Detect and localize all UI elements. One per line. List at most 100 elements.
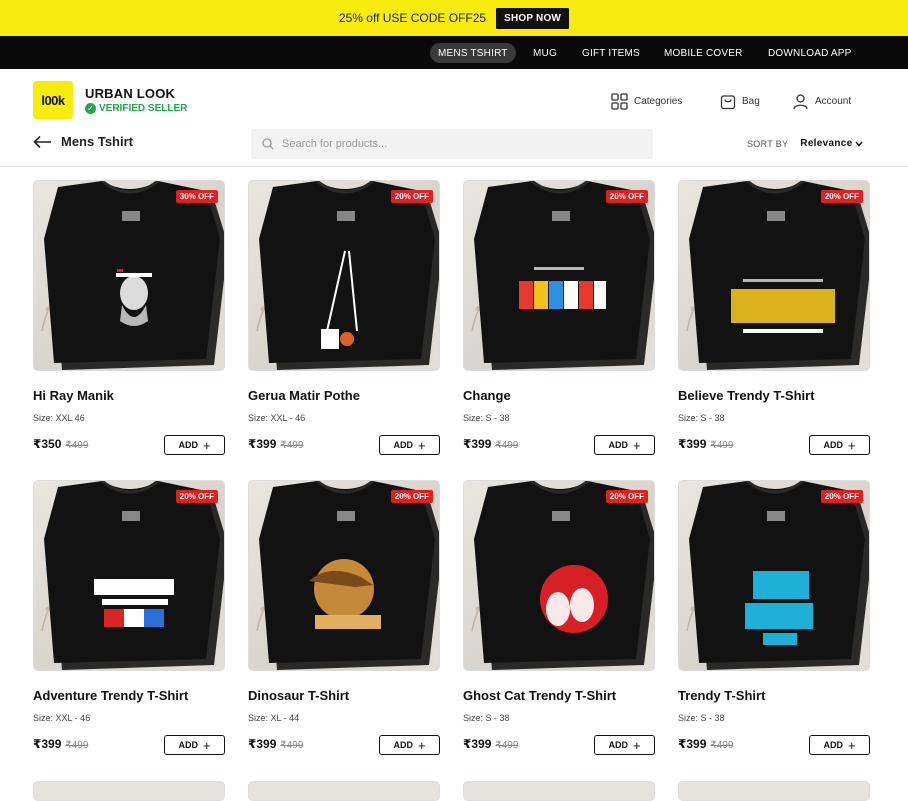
add-to-cart-button[interactable]: ADD + [594, 735, 655, 755]
tshirt-image [256, 181, 439, 370]
tshirt-image [471, 481, 654, 670]
account-link[interactable]: Account [792, 93, 851, 110]
tshirt-image [41, 181, 224, 370]
tshirt-image [256, 481, 439, 670]
product-size: Size: S - 38 [678, 713, 725, 723]
add-to-cart-button[interactable]: ADD + [809, 735, 870, 755]
user-icon [793, 94, 808, 110]
product-image[interactable]: 20% OFF [248, 480, 440, 671]
product-size: Size: XXL - 46 [33, 713, 91, 723]
price-current: ₹399 [463, 737, 492, 751]
add-to-cart-button[interactable]: ADD + [379, 735, 440, 755]
plus-icon: + [202, 737, 211, 753]
product-price: ₹399 ₹499 [463, 437, 518, 451]
page-title: Mens Tshirt [61, 134, 133, 149]
nav-item-mobile-cover[interactable]: MOBILE COVER [656, 43, 751, 63]
promo-bar: 25% off USE CODE OFF25 SHOP NOW [0, 0, 908, 36]
sort-value: Relevance [800, 138, 853, 149]
price-current: ₹399 [248, 737, 277, 751]
product-size: Size: XL - 44 [248, 713, 300, 723]
product-card-peek[interactable] [678, 781, 870, 801]
product-price: ₹399 ₹499 [678, 737, 733, 751]
add-to-cart-button[interactable]: ADD + [164, 735, 225, 755]
shop-now-button[interactable]: SHOP NOW [496, 7, 570, 29]
product-card[interactable]: 20% OFF Believe Trendy T-Shirt Size: S -… [678, 180, 870, 455]
price-mrp: ₹499 [280, 740, 304, 751]
account-label: Account [815, 96, 852, 107]
product-card-peek[interactable] [33, 781, 225, 801]
store-logo[interactable]: l00k [33, 81, 73, 119]
product-image[interactable]: 20% OFF [33, 480, 225, 671]
product-image[interactable]: 20% OFF [248, 180, 440, 371]
add-to-cart-button[interactable]: ADD + [164, 435, 225, 455]
store-name[interactable]: URBAN LOOK [85, 86, 175, 101]
product-size: Size: XXL - 46 [248, 413, 306, 423]
arrow-left-icon [33, 135, 51, 148]
add-label: ADD [178, 440, 198, 450]
product-card[interactable]: 20% OFF Change Size: S - 38 ₹399 ₹499 AD… [463, 180, 655, 455]
header: l00k URBAN LOOK ✓ VERIFIED SELLER Catego… [0, 69, 908, 167]
product-title[interactable]: Ghost Cat Trendy T-Shirt [463, 688, 616, 703]
product-card[interactable]: 30% OFF Hi Ray Manik Size: XXL 46 ₹350 ₹… [33, 180, 225, 455]
add-label: ADD [823, 740, 843, 750]
categories-link[interactable]: Categories [611, 93, 682, 110]
add-to-cart-button[interactable]: ADD + [809, 435, 870, 455]
product-price: ₹399 ₹499 [248, 437, 303, 451]
product-card[interactable]: 20% OFF Ghost Cat Trendy T-Shirt Size: S… [463, 480, 655, 755]
product-card[interactable]: 20% OFF Gerua Matir Pothe Size: XXL - 46… [248, 180, 440, 455]
product-card-peek[interactable] [463, 781, 655, 801]
plus-icon: + [417, 737, 426, 753]
product-image[interactable]: 20% OFF [463, 480, 655, 671]
product-image[interactable]: 20% OFF [463, 180, 655, 371]
product-size: Size: S - 38 [678, 413, 725, 423]
product-title[interactable]: Adventure Trendy T-Shirt [33, 688, 188, 703]
search-input[interactable] [282, 138, 622, 150]
nav-item-download-app[interactable]: DOWNLOAD APP [760, 43, 860, 63]
product-title[interactable]: Gerua Matir Pothe [248, 388, 360, 403]
back-link[interactable]: Mens Tshirt [33, 134, 133, 149]
product-card[interactable]: 20% OFF Dinosaur T-Shirt Size: XL - 44 ₹… [248, 480, 440, 755]
price-mrp: ₹499 [495, 440, 519, 451]
add-to-cart-button[interactable]: ADD + [379, 435, 440, 455]
product-title[interactable]: Believe Trendy T-Shirt [678, 388, 815, 403]
product-title[interactable]: Change [463, 388, 511, 403]
price-mrp: ₹499 [495, 740, 519, 751]
discount-badge: 20% OFF [820, 490, 863, 503]
plus-icon: + [417, 437, 426, 453]
discount-badge: 30% OFF [175, 190, 218, 203]
tshirt-image [471, 181, 654, 370]
discount-badge: 20% OFF [390, 490, 433, 503]
product-image[interactable]: 30% OFF [33, 180, 225, 371]
price-mrp: ₹499 [65, 440, 89, 451]
plus-icon: + [632, 737, 641, 753]
product-card-peek[interactable] [248, 781, 440, 801]
nav-item-mens-tshirt[interactable]: MENS TSHIRT [430, 43, 516, 63]
add-label: ADD [393, 440, 413, 450]
nav-item-mug[interactable]: MUG [525, 43, 565, 63]
add-label: ADD [608, 440, 628, 450]
plus-icon: + [632, 437, 641, 453]
verified-badge: ✓ VERIFIED SELLER [85, 103, 187, 114]
check-icon: ✓ [85, 103, 96, 114]
sort-select[interactable]: Relevance [800, 138, 864, 149]
add-label: ADD [823, 440, 843, 450]
product-image[interactable]: 20% OFF [678, 180, 870, 371]
bag-icon [720, 95, 736, 110]
price-current: ₹399 [678, 737, 707, 751]
discount-badge: 20% OFF [605, 190, 648, 203]
product-title[interactable]: Dinosaur T-Shirt [248, 688, 349, 703]
product-price: ₹399 ₹499 [678, 437, 733, 451]
bag-link[interactable]: Bag [720, 93, 760, 110]
nav-item-gift-items[interactable]: GIFT ITEMS [574, 43, 648, 63]
product-image[interactable]: 20% OFF [678, 480, 870, 671]
product-card[interactable]: 20% OFF Trendy T-Shirt Size: S - 38 ₹399… [678, 480, 870, 755]
add-to-cart-button[interactable]: ADD + [594, 435, 655, 455]
sort-control: SORT BY Relevance [747, 138, 864, 149]
discount-badge: 20% OFF [175, 490, 218, 503]
product-card[interactable]: 20% OFF Adventure Trendy T-Shirt Size: X… [33, 480, 225, 755]
price-mrp: ₹499 [280, 440, 304, 451]
product-title[interactable]: Hi Ray Manik [33, 388, 114, 403]
product-title[interactable]: Trendy T-Shirt [678, 688, 765, 703]
bag-label: Bag [742, 96, 760, 107]
grid-icon [611, 93, 628, 110]
